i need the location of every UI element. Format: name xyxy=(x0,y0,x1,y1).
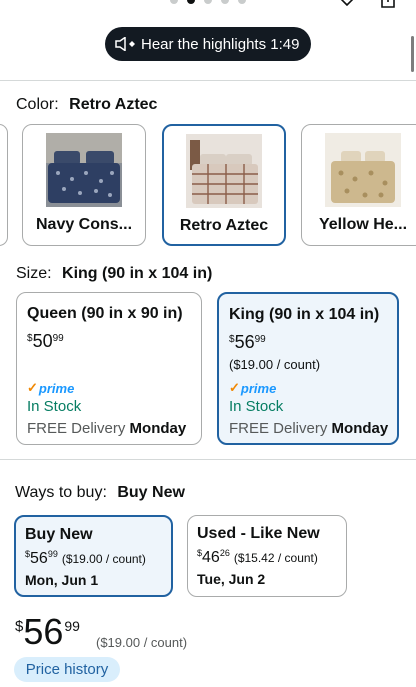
buy-option-delivery-date: Tue, Jun 2 xyxy=(197,571,266,587)
speaker-icon xyxy=(115,37,135,51)
retro-aztec-bedding-photo xyxy=(186,134,262,208)
carousel-dot-active[interactable] xyxy=(187,0,195,4)
delivery-info: FREE Delivery Monday xyxy=(229,420,389,437)
top-area: Hear the highlights 1:49 xyxy=(0,0,416,82)
used-like-new-option[interactable]: Used - Like New $4626 ($15.42 / count) Tu… xyxy=(187,515,347,597)
navy-bedding-photo xyxy=(46,133,122,207)
color-option-retro-aztec[interactable]: Retro Aztec xyxy=(162,124,286,246)
delivery-info: FREE Delivery Monday xyxy=(27,420,187,437)
buy-new-option[interactable]: Buy New $5699 ($19.00 / count) Mon, Jun 1 xyxy=(14,515,173,597)
color-option-yellow[interactable]: Yellow He... xyxy=(301,124,416,246)
size-heading: Size: King (90 in x 104 in) xyxy=(16,265,212,283)
hear-highlights-label: Hear the highlights 1:49 xyxy=(141,35,300,53)
color-selected-value: Retro Aztec xyxy=(69,96,158,113)
stock-status: In Stock xyxy=(27,398,82,415)
size-selected-value: King (90 in x 104 in) xyxy=(62,265,213,282)
heart-icon[interactable] xyxy=(337,0,357,6)
carousel-dot[interactable] xyxy=(204,0,212,4)
prime-badge: ✓ prime xyxy=(229,380,277,396)
divider xyxy=(0,80,416,81)
share-icon[interactable] xyxy=(378,0,398,8)
ways-to-buy-heading: Ways to buy: Buy New xyxy=(15,484,185,502)
buy-option-price: $4626 ($15.42 / count) xyxy=(197,548,318,566)
size-option-price: $5699 xyxy=(229,332,266,352)
color-option-label: Yellow He... xyxy=(318,216,408,233)
size-label: Size: xyxy=(16,265,52,282)
size-option-king[interactable]: King (90 in x 104 in) $5699 ($19.00 / co… xyxy=(217,292,399,445)
ways-to-buy-selected-value: Buy New xyxy=(117,484,185,501)
size-option-unit-price xyxy=(27,356,191,372)
image-carousel-dots xyxy=(170,0,246,4)
buy-option-name: Buy New xyxy=(25,526,93,543)
price-history-button[interactable]: Price history xyxy=(14,657,120,682)
buy-option-price: $5699 ($19.00 / count) xyxy=(25,549,146,567)
carousel-dot[interactable] xyxy=(238,0,246,4)
color-option-label: Retro Aztec xyxy=(179,217,269,234)
stock-status: In Stock xyxy=(229,398,284,415)
main-unit-price: ($19.00 / count) xyxy=(96,635,188,650)
scrollbar[interactable] xyxy=(411,36,414,72)
prime-check-icon: ✓ xyxy=(229,380,240,395)
color-option-navy[interactable]: Navy Cons... xyxy=(22,124,146,246)
color-option-partial[interactable] xyxy=(0,124,8,246)
main-price: $ 56 99 xyxy=(15,611,80,652)
prime-check-icon: ✓ xyxy=(27,380,38,395)
size-option-unit-price: ($19.00 / count) xyxy=(229,357,321,372)
divider xyxy=(0,459,416,460)
size-option-queen[interactable]: Queen (90 in x 90 in) $5099 ✓ prime In St… xyxy=(16,292,202,445)
carousel-dot[interactable] xyxy=(170,0,178,4)
prime-badge: ✓ prime xyxy=(27,380,75,396)
color-heading: Color: Retro Aztec xyxy=(16,96,157,114)
carousel-dot[interactable] xyxy=(221,0,229,4)
size-option-name: King (90 in x 104 in) xyxy=(229,306,380,323)
buy-option-name: Used - Like New xyxy=(197,525,320,542)
size-option-price: $5099 xyxy=(27,331,64,351)
yellow-bedding-photo xyxy=(325,133,401,207)
color-option-label: Navy Cons... xyxy=(35,216,133,233)
size-option-name: Queen (90 in x 90 in) xyxy=(27,305,183,322)
buy-option-delivery-date: Mon, Jun 1 xyxy=(25,572,99,588)
ways-to-buy-label: Ways to buy: xyxy=(15,484,107,501)
color-label: Color: xyxy=(16,96,59,113)
hear-highlights-button[interactable]: Hear the highlights 1:49 xyxy=(105,27,311,61)
